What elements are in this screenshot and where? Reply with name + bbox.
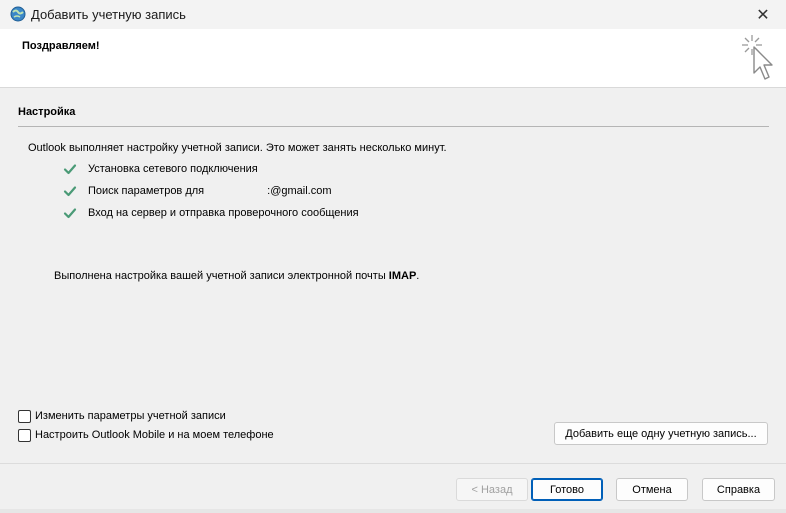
- change-settings-checkbox[interactable]: Изменить параметры учетной записи: [18, 408, 226, 424]
- help-button[interactable]: Справка: [702, 478, 775, 501]
- setup-step-label: Поиск параметров для: [88, 185, 205, 197]
- back-button[interactable]: < Назад: [456, 478, 528, 501]
- checkbox-box[interactable]: [18, 409, 31, 423]
- header-panel: Поздравляем!: [0, 29, 786, 88]
- setup-step: Установка сетевого подключения: [63, 161, 258, 177]
- title-bar[interactable]: Добавить учетную запись ✕: [0, 0, 786, 30]
- add-account-dialog: Добавить учетную запись ✕ Поздравляем! Н…: [0, 0, 786, 513]
- checkbox-box[interactable]: [18, 428, 31, 442]
- setup-summary: Выполнена настройка вашей учетной записи…: [54, 270, 419, 282]
- section-divider: [18, 126, 769, 127]
- checkmark-icon: [63, 184, 77, 198]
- setup-intro-text: Outlook выполняет настройку учетной запи…: [28, 142, 447, 154]
- summary-text: Выполнена настройка вашей учетной записи…: [54, 270, 389, 282]
- add-another-account-button[interactable]: Добавить еще одну учетную запись...: [554, 422, 768, 445]
- close-icon: ✕: [756, 6, 770, 24]
- globe-icon: [10, 6, 26, 22]
- setup-mobile-checkbox[interactable]: Настроить Outlook Mobile и на моем телеф…: [18, 427, 274, 443]
- background-window-edge: [0, 509, 786, 513]
- summary-protocol: IMAP: [388, 270, 417, 282]
- summary-end: .: [416, 270, 420, 282]
- checkbox-label[interactable]: Настроить Outlook Mobile и на моем телеф…: [35, 429, 274, 441]
- setup-step-label: Вход на сервер и отправка проверочного с…: [88, 207, 359, 219]
- setup-step-label: Установка сетевого подключения: [88, 163, 258, 175]
- email-domain: :@gmail.com: [267, 185, 332, 197]
- finish-button[interactable]: Готово: [531, 478, 603, 501]
- checkmark-icon: [63, 206, 77, 220]
- cancel-button[interactable]: Отмена: [616, 478, 688, 501]
- checkmark-icon: [63, 162, 77, 176]
- setup-section-title: Настройка: [18, 106, 76, 118]
- close-button[interactable]: ✕: [740, 0, 786, 29]
- footer-divider: [0, 463, 786, 464]
- window-title: Добавить учетную запись: [31, 7, 186, 22]
- setup-step: Поиск параметров для :@gmail.com: [63, 183, 332, 199]
- congrats-heading: Поздравляем!: [22, 40, 100, 52]
- setup-step: Вход на сервер и отправка проверочного с…: [63, 205, 359, 221]
- cursor-sparkle-icon: [736, 33, 776, 85]
- checkbox-label[interactable]: Изменить параметры учетной записи: [35, 410, 226, 422]
